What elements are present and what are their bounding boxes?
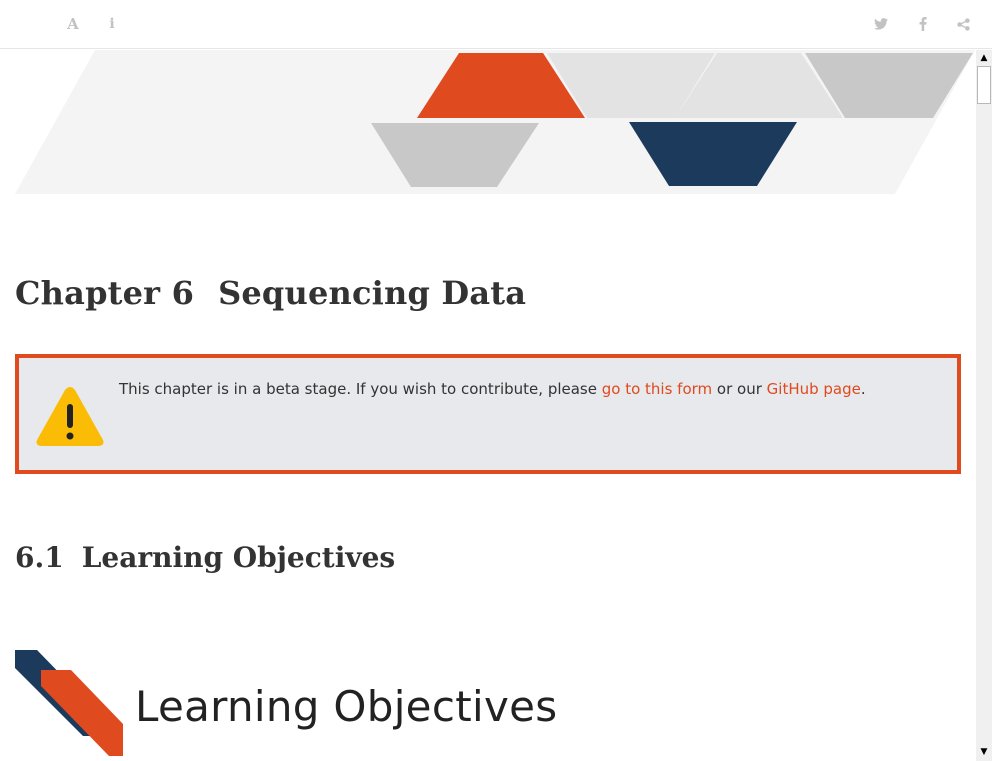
share-icon[interactable]: [951, 12, 975, 36]
chapter-number: Chapter 6: [15, 274, 195, 312]
book-toolbar: A i: [0, 0, 992, 49]
learning-objectives-logo-icon: [15, 650, 123, 756]
chapter-name: Sequencing Data: [218, 274, 527, 312]
vertical-scrollbar[interactable]: ▲ ▼: [976, 50, 992, 761]
beta-warning-callout: This chapter is in a beta stage. If you …: [15, 354, 961, 474]
github-page-link[interactable]: GitHub page: [767, 380, 861, 398]
scrollbar-thumb[interactable]: [977, 66, 991, 104]
learning-objectives-banner: Learning Objectives: [15, 650, 595, 760]
info-icon[interactable]: i: [100, 12, 124, 36]
callout-text-end: .: [860, 380, 866, 398]
section-name: Learning Objectives: [81, 541, 396, 574]
section-title: 6.1 Learning Objectives: [15, 541, 395, 574]
callout-text: This chapter is in a beta stage. If you …: [119, 380, 602, 398]
facebook-icon[interactable]: [911, 12, 935, 36]
twitter-icon[interactable]: [869, 12, 893, 36]
font-settings-glyph: A: [67, 15, 79, 33]
info-glyph: i: [109, 16, 115, 32]
scroll-down-arrow-icon[interactable]: ▼: [976, 745, 992, 759]
chapter-banner-graphic: [15, 50, 975, 194]
chapter-content: Chapter 6 Sequencing Data This chapter is…: [0, 50, 976, 761]
chapter-title: Chapter 6 Sequencing Data: [15, 274, 526, 312]
callout-message: This chapter is in a beta stage. If you …: [119, 380, 866, 398]
section-number: 6.1: [15, 541, 64, 574]
callout-text-middle: or our: [712, 380, 767, 398]
scroll-up-arrow-icon[interactable]: ▲: [976, 51, 992, 65]
warning-icon: [36, 387, 104, 446]
font-settings-icon[interactable]: A: [61, 12, 85, 36]
learning-objectives-banner-text: Learning Objectives: [135, 682, 558, 731]
contribute-form-link[interactable]: go to this form: [602, 380, 712, 398]
